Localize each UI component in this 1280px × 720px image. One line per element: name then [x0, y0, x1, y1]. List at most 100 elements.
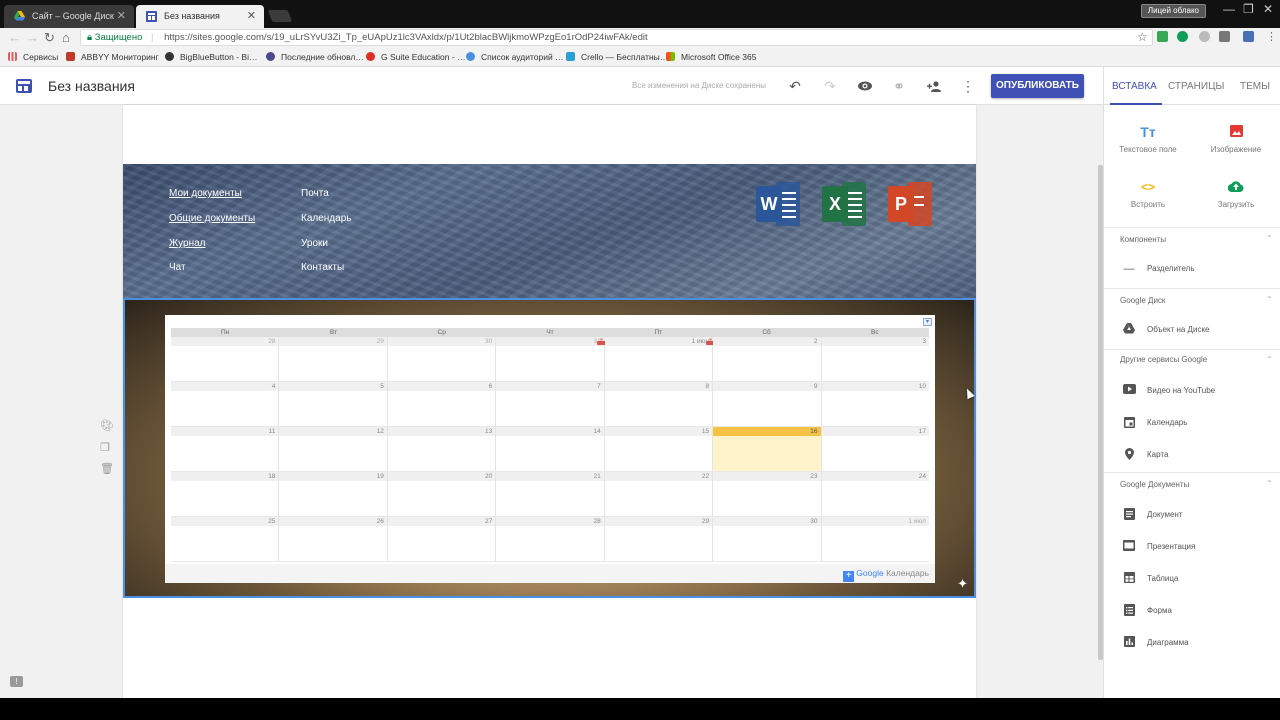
- section-components[interactable]: Компоненты: [1120, 235, 1166, 244]
- calendar-day-cell[interactable]: 30: [387, 337, 497, 381]
- redo-icon[interactable]: ↷: [820, 76, 840, 96]
- nav-link[interactable]: Почта: [301, 188, 329, 199]
- bookmark-item[interactable]: Последние обновл…: [266, 52, 364, 62]
- extension-icon[interactable]: [1177, 31, 1188, 42]
- calendar-day-cell[interactable]: 28: [496, 517, 605, 561]
- site-title[interactable]: Без названия: [48, 78, 135, 94]
- nav-link[interactable]: Уроки: [301, 238, 328, 249]
- bookmark-item[interactable]: G Suite Education - …: [366, 52, 466, 62]
- tab-close-icon[interactable]: ✕: [247, 9, 256, 22]
- calendar-day-cell[interactable]: 13: [387, 427, 497, 471]
- calendar-day-cell[interactable]: 14: [496, 427, 605, 471]
- minimize-icon[interactable]: —: [1223, 2, 1235, 16]
- google-sites-logo-icon[interactable]: [16, 79, 32, 93]
- bookmark-item[interactable]: ABBYY Мониторинг: [66, 52, 159, 62]
- calendar-day-cell[interactable]: 26: [279, 517, 388, 561]
- tab-themes[interactable]: ТЕМЫ: [1240, 81, 1270, 92]
- tab-close-icon[interactable]: ✕: [117, 9, 126, 22]
- bookmark-item[interactable]: Crello — Бесплатны…: [566, 52, 668, 62]
- calendar-day-cell[interactable]: 27: [387, 517, 497, 561]
- calendar-day-cell[interactable]: 15: [604, 427, 714, 471]
- calendar-day-cell[interactable]: 17: [821, 427, 929, 471]
- insert-embed[interactable]: <> Встроить: [1104, 177, 1192, 209]
- forward-icon[interactable]: →: [26, 30, 39, 45]
- calendar-day-cell[interactable]: 19: [279, 472, 388, 516]
- feedback-icon[interactable]: !: [10, 676, 23, 687]
- insert-image[interactable]: Изображение: [1192, 122, 1280, 154]
- extension-icon[interactable]: [1219, 31, 1230, 42]
- calendar-day-cell[interactable]: 12: [279, 427, 388, 471]
- header-section[interactable]: Мои документы Общие документы Журнал Чат…: [123, 164, 976, 298]
- powerpoint-icon[interactable]: P: [888, 182, 932, 226]
- calendar-day-cell[interactable]: 21: [496, 472, 605, 516]
- bookmark-item[interactable]: Microsoft Office 365: [666, 52, 756, 62]
- calendar-day-cell[interactable]: 18: [171, 472, 280, 516]
- nav-link[interactable]: Календарь: [301, 213, 351, 224]
- profile-chip[interactable]: Лицей облако: [1140, 4, 1206, 18]
- calendar-day-cell[interactable]: 5: [279, 382, 388, 426]
- link-icon[interactable]: ⚭: [889, 76, 909, 96]
- calendar-section[interactable]: ▾ Пн Вт Ср Чт Пт Сб Вс 28 29 30 31 1 июн 2 3 4 5 6 7 8 9 10…: [123, 298, 976, 598]
- home-icon[interactable]: ⌂: [62, 30, 70, 45]
- section-style-palette-icon[interactable]: 🎨︎: [100, 419, 114, 432]
- collapse-icon[interactable]: ⌃: [1266, 479, 1273, 488]
- collapse-icon[interactable]: ⌃: [1266, 355, 1273, 364]
- calendar-day-cell[interactable]: 6: [387, 382, 497, 426]
- section-google-drive[interactable]: Google Диск: [1120, 296, 1165, 305]
- calendar-day-cell[interactable]: 7: [496, 382, 605, 426]
- calendar-day-cell[interactable]: 1 июл: [821, 517, 929, 561]
- restore-icon[interactable]: ❐: [1243, 2, 1254, 16]
- calendar-day-cell[interactable]: 28: [171, 337, 280, 381]
- collapse-icon[interactable]: ⌃: [1266, 295, 1273, 304]
- calendar-day-cell[interactable]: 2: [713, 337, 822, 381]
- close-window-icon[interactable]: ✕: [1263, 2, 1273, 16]
- extension-icon[interactable]: [1199, 31, 1210, 42]
- chrome-menu-icon[interactable]: ⋮: [1266, 30, 1277, 43]
- calendar-day-cell[interactable]: 29: [279, 337, 388, 381]
- duplicate-section-icon[interactable]: ❐: [100, 441, 110, 454]
- calendar-day-cell[interactable]: 20: [387, 472, 497, 516]
- calendar-day-cell[interactable]: 9: [713, 382, 822, 426]
- embedded-google-calendar[interactable]: ▾ Пн Вт Ср Чт Пт Сб Вс 28 29 30 31 1 июн 2 3 4 5 6 7 8 9 10…: [165, 315, 935, 583]
- calendar-day-cell[interactable]: 29: [604, 517, 714, 561]
- calendar-day-cell[interactable]: 16: [713, 427, 822, 471]
- calendar-day-cell[interactable]: 3: [821, 337, 929, 381]
- bookmark-item[interactable]: Список аудиторий …: [466, 52, 564, 62]
- calendar-day-cell[interactable]: 31: [496, 337, 607, 381]
- bookmark-star-icon[interactable]: ☆: [1137, 30, 1148, 44]
- bookmark-item[interactable]: BigBlueButton - Bi…: [165, 52, 257, 62]
- bookmark-apps[interactable]: Сервисы: [8, 52, 58, 62]
- calendar-day-cell[interactable]: 25: [171, 517, 280, 561]
- extension-icon[interactable]: [1243, 31, 1254, 42]
- calendar-day-cell[interactable]: 1 июн: [604, 337, 725, 381]
- calendar-day-cell[interactable]: 11: [171, 427, 280, 471]
- tab-insert[interactable]: ВСТАВКА: [1112, 81, 1157, 92]
- calendar-day-cell[interactable]: 8: [604, 382, 714, 426]
- delete-section-icon[interactable]: 🗑︎: [100, 462, 114, 475]
- collapse-icon[interactable]: ⌃: [1266, 234, 1273, 243]
- section-google-docs[interactable]: Google Документы: [1120, 480, 1189, 489]
- add-person-icon[interactable]: [924, 76, 944, 96]
- word-icon[interactable]: W: [756, 182, 800, 226]
- browser-tab-sites[interactable]: Без названия ✕: [136, 5, 264, 28]
- reload-icon[interactable]: ↻: [44, 30, 55, 46]
- address-bar[interactable]: 🔒︎ Защищено | https://sites.google.com/s…: [80, 29, 1153, 46]
- nav-link[interactable]: Чат: [169, 262, 186, 273]
- google-calendar-button[interactable]: + Google Календарь: [843, 568, 929, 582]
- calendar-day-cell[interactable]: 10: [821, 382, 929, 426]
- section-other-google-services[interactable]: Другие сервисы Google: [1120, 355, 1207, 364]
- calendar-day-cell[interactable]: 30: [713, 517, 822, 561]
- browser-tab-drive[interactable]: Сайт – Google Диск ✕: [4, 5, 134, 28]
- extension-icon[interactable]: [1157, 31, 1168, 42]
- undo-icon[interactable]: ↶: [785, 76, 805, 96]
- calendar-day-cell[interactable]: 22: [604, 472, 714, 516]
- nav-link[interactable]: Общие документы: [169, 213, 255, 224]
- calendar-day-cell[interactable]: 4: [171, 382, 280, 426]
- calendar-day-cell[interactable]: 24: [821, 472, 929, 516]
- back-icon[interactable]: ←: [8, 30, 21, 45]
- insert-text-box[interactable]: Tт Текстовое поле: [1104, 122, 1192, 154]
- insert-upload[interactable]: Загрузить: [1192, 177, 1280, 209]
- preview-eye-icon[interactable]: [855, 76, 875, 96]
- nav-link[interactable]: Журнал: [169, 238, 206, 249]
- calendar-day-cell[interactable]: 23: [713, 472, 822, 516]
